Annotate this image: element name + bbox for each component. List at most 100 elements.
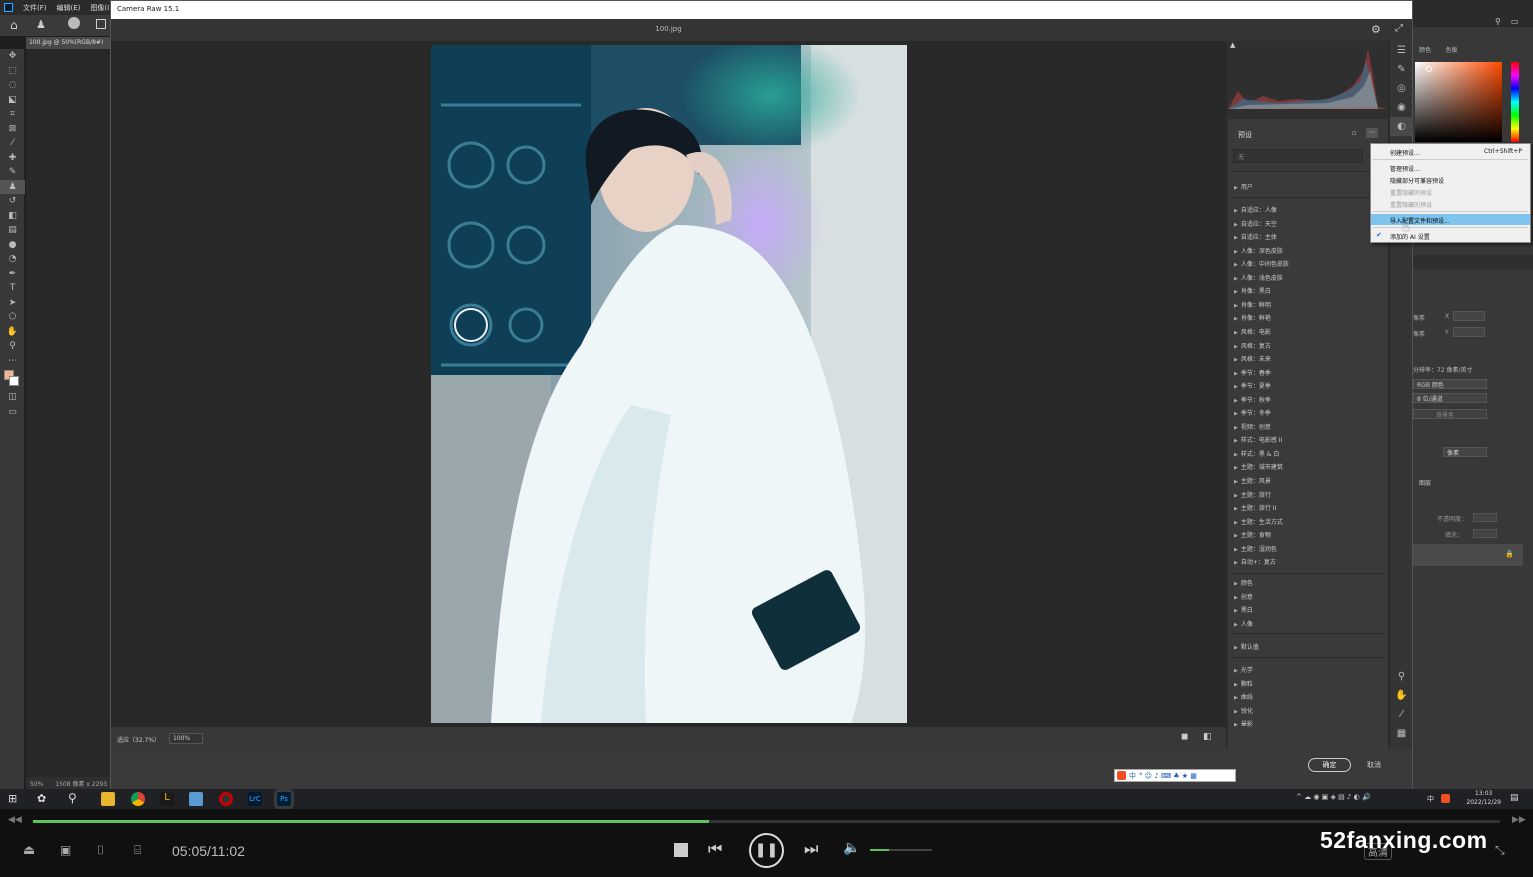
edit-sliders-icon[interactable]: ☰ bbox=[1390, 41, 1413, 60]
zoom-icon[interactable]: ⚲ bbox=[1390, 667, 1413, 686]
menu-edit[interactable]: 编辑(E) bbox=[57, 3, 81, 13]
preset-c-item[interactable]: ▶ 曲线 bbox=[1234, 692, 1253, 701]
document-tab[interactable]: 100.jpg @ 50%(RGB/8#) bbox=[26, 37, 110, 49]
shape-tool-icon[interactable]: ⬠ bbox=[0, 310, 25, 325]
preset-item[interactable]: ▶ 主题：城市建筑 bbox=[1234, 462, 1283, 471]
preset-item[interactable]: ▶ 季节：秋季 bbox=[1234, 395, 1271, 404]
preset-item[interactable]: ▶ 自动+：复古 bbox=[1234, 557, 1276, 566]
opacity-field[interactable] bbox=[1473, 513, 1497, 522]
brush-preset-icon[interactable] bbox=[68, 17, 80, 29]
clone-stamp-icon[interactable]: ♟ bbox=[0, 179, 25, 194]
ok-button[interactable]: 确定 bbox=[1308, 758, 1351, 772]
compare-view-icon[interactable]: ◧ bbox=[1203, 732, 1212, 742]
capture-icon[interactable]: ⌷ bbox=[97, 843, 104, 858]
zoom-fit-option[interactable]: 适应（32.7%） bbox=[117, 735, 160, 744]
lasso-tool-icon[interactable]: ◌ bbox=[0, 78, 25, 93]
fullscreen-player-icon[interactable]: ⤡ bbox=[1495, 843, 1505, 858]
preset-b-item[interactable]: ▶ 创意 bbox=[1234, 592, 1253, 601]
app-launcher-icon[interactable]: ✿ bbox=[37, 792, 46, 805]
presets-icon[interactable]: ◐ bbox=[1390, 117, 1413, 136]
single-view-icon[interactable]: ◼ bbox=[1181, 732, 1188, 742]
preset-group-user[interactable]: ▶ 用户 bbox=[1234, 182, 1253, 191]
preset-item[interactable]: ▶ 肖像：鲜艳 bbox=[1234, 313, 1271, 322]
shadow-clip-icon[interactable]: ▲ bbox=[1230, 41, 1235, 49]
search-taskbar-icon[interactable]: ⚲ bbox=[68, 791, 77, 805]
workspace-icon[interactable]: ▭ bbox=[1511, 17, 1519, 26]
next-icon[interactable]: ⏭ bbox=[804, 839, 818, 859]
progress-track[interactable] bbox=[33, 820, 1500, 823]
bg-field[interactable]: 背景色 bbox=[1413, 409, 1487, 419]
zoom-tool-icon[interactable]: ⚲ bbox=[0, 339, 25, 354]
settings-gear-icon[interactable]: ⚙ bbox=[1371, 23, 1381, 36]
volume-track[interactable] bbox=[870, 849, 932, 851]
subtitle-icon[interactable]: ▣ bbox=[60, 843, 71, 857]
menu-image[interactable]: 图像(I) bbox=[90, 3, 112, 13]
rewind-icon[interactable]: ◀◀ bbox=[8, 815, 22, 825]
preset-item[interactable]: ▶ 自适应：天空 bbox=[1234, 219, 1277, 228]
history-brush-icon[interactable]: ↺ bbox=[0, 194, 25, 209]
dodge-icon[interactable]: ◔ bbox=[0, 252, 25, 267]
menu-file[interactable]: 文件(F) bbox=[23, 3, 47, 13]
preset-item[interactable]: ▶ 主题：湿润色 bbox=[1234, 544, 1277, 553]
taskbar-clock[interactable]: 13:03 2022/12/29 bbox=[1466, 789, 1501, 807]
preset-item[interactable]: ▶ 风格：未来 bbox=[1234, 354, 1271, 363]
previous-icon[interactable]: ⏮ bbox=[708, 839, 722, 859]
fullscreen-icon[interactable]: ⤢ bbox=[1395, 23, 1403, 34]
preset-c-item[interactable]: ▶ 光学 bbox=[1234, 665, 1253, 674]
preset-b-item[interactable]: ▶ 颜色 bbox=[1234, 578, 1253, 587]
stamp-tool-icon[interactable]: ♟ bbox=[36, 18, 46, 31]
preset-item[interactable]: ▶ 样式：黑 & 白 bbox=[1234, 449, 1279, 458]
grid-icon[interactable]: ▦ bbox=[1390, 724, 1413, 743]
brush-panel-icon[interactable] bbox=[96, 19, 106, 29]
object-select-icon[interactable]: ⬕ bbox=[0, 93, 25, 108]
path-select-icon[interactable]: ➤ bbox=[0, 296, 25, 311]
preset-item[interactable]: ▶ 自适应：人像 bbox=[1234, 205, 1277, 214]
pause-button[interactable]: ❚❚ bbox=[749, 833, 784, 868]
app-pinned-icon[interactable]: L bbox=[160, 792, 174, 806]
healing-icon[interactable]: ◎ bbox=[1390, 79, 1413, 98]
preset-c-item[interactable]: ▶ 颗粒 bbox=[1234, 679, 1253, 688]
crop-icon[interactable]: ✎ bbox=[1390, 60, 1413, 79]
preset-item[interactable]: ▶ 主题：风景 bbox=[1234, 476, 1271, 485]
pen-tool-icon[interactable]: ✒ bbox=[0, 267, 25, 282]
status-zoom[interactable]: 50% bbox=[30, 781, 43, 788]
preset-item[interactable]: ▶ 视频：创意 bbox=[1234, 422, 1271, 431]
search-icon[interactable]: ⚲ bbox=[1495, 17, 1501, 26]
marquee-tool-icon[interactable]: ⬚ bbox=[0, 64, 25, 79]
preset-item[interactable]: ▶ 主题：生活方式 bbox=[1234, 517, 1283, 526]
sogou-tray-icon[interactable] bbox=[1441, 794, 1450, 803]
redeye-icon[interactable]: ◉ bbox=[1390, 98, 1413, 117]
tab-swatches[interactable]: 色板 bbox=[1440, 43, 1464, 55]
volume-icon[interactable]: 🔈 bbox=[843, 840, 860, 856]
ime-indicator[interactable]: 中 bbox=[1427, 794, 1434, 804]
screen-mode-icon[interactable]: ▭ bbox=[0, 405, 25, 420]
preset-item[interactable]: ▶ 自适应：主体 bbox=[1234, 232, 1277, 241]
crop-tool-icon[interactable]: ⌗ bbox=[0, 107, 25, 122]
preset-item[interactable]: ▶ 人像：中间色皮肤 bbox=[1234, 259, 1289, 268]
photoshop-icon[interactable]: Ps bbox=[274, 789, 294, 809]
app-blue-icon[interactable] bbox=[189, 792, 203, 806]
tab-color[interactable]: 颜色 bbox=[1413, 43, 1437, 55]
preset-item[interactable]: ▶ 肖像：鲜明 bbox=[1234, 300, 1271, 309]
hand-tool-icon[interactable]: ✋ bbox=[0, 325, 25, 340]
preset-b-item[interactable]: ▶ 黑白 bbox=[1234, 605, 1253, 614]
type-tool-icon[interactable]: T bbox=[0, 281, 25, 296]
preset-b-item[interactable]: ▶ 人像 bbox=[1234, 619, 1253, 628]
preset-item[interactable]: ▶ 主题：食物 bbox=[1234, 530, 1271, 539]
preset-item[interactable]: ▶ 季节：夏季 bbox=[1234, 381, 1271, 390]
preset-item[interactable]: ▶ 季节：冬季 bbox=[1234, 408, 1271, 417]
preset-default[interactable]: ▶ 默认值 bbox=[1234, 642, 1259, 651]
preset-item[interactable]: ▶ 主题：旅行 bbox=[1234, 490, 1271, 499]
quick-mask-icon[interactable]: ◫ bbox=[0, 390, 25, 405]
move-tool-icon[interactable]: ✥ bbox=[0, 49, 25, 64]
preset-c-item[interactable]: ▶ 晕影 bbox=[1234, 719, 1253, 728]
blur-icon[interactable]: ● bbox=[0, 238, 25, 253]
preset-item[interactable]: ▶ 季节：春季 bbox=[1234, 368, 1271, 377]
chrome-icon[interactable] bbox=[131, 792, 145, 806]
more-tools-icon[interactable]: ⋯ bbox=[0, 354, 25, 369]
preset-item[interactable]: ▶ 风格：电影 bbox=[1234, 327, 1271, 336]
fill-field[interactable] bbox=[1473, 529, 1497, 538]
menu-manage-presets[interactable]: 管理预设... bbox=[1371, 162, 1530, 173]
unit-select[interactable]: 像素 bbox=[1443, 447, 1487, 457]
clip-icon[interactable]: ⌸ bbox=[134, 843, 141, 858]
